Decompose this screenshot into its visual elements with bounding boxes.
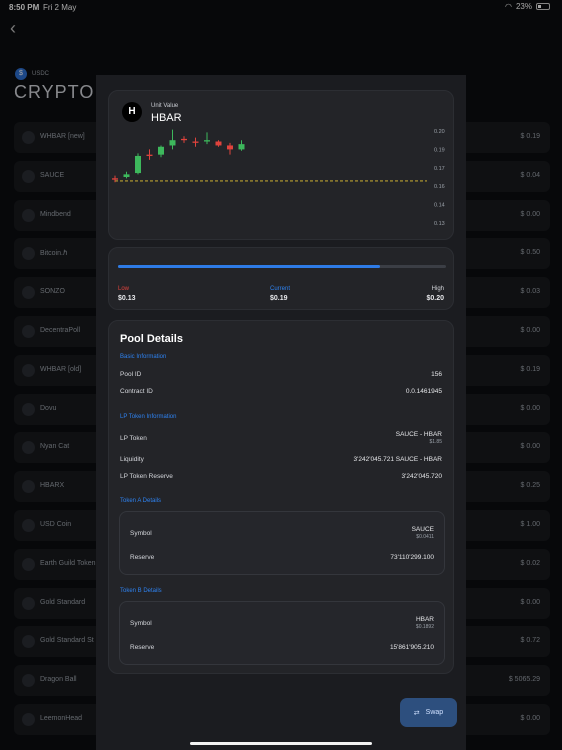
candle-body <box>123 174 130 177</box>
lp-token-price: $1.85 <box>429 439 442 445</box>
y-tick-label: 0.13 <box>434 221 445 227</box>
y-tick-label: 0.20 <box>434 129 445 135</box>
candle-body <box>227 145 233 150</box>
y-tick-label: 0.16 <box>434 184 445 190</box>
token-a-reserve: 73'110'299.100 <box>390 554 434 561</box>
pool-sheet: H Unit Value HBAR 0.20 0.19 0.17 0.16 0.14 0.… <box>96 75 466 750</box>
contract-id-label: Contract ID <box>120 388 153 395</box>
token-b-reserve-label: Reserve <box>130 644 155 651</box>
current-value: $0.19 <box>270 295 288 302</box>
lp-token-value: SAUCE - HBAR <box>395 431 442 438</box>
token-b-box: Symbol HBAR $0.1892 Reserve 15'861'905.2… <box>119 601 445 665</box>
swap-button[interactable]: ⇄ Swap <box>400 698 457 727</box>
pool-details-title: Pool Details <box>120 333 183 345</box>
candle-body <box>169 140 176 146</box>
candle-body <box>238 144 245 150</box>
unit-value-label: Unit Value <box>151 103 179 109</box>
token-a-price: $0.0411 <box>416 534 434 540</box>
token-a-symbol: SAUCE <box>411 526 434 533</box>
hbar-logo-icon: H <box>122 102 142 122</box>
candle-body <box>192 141 199 143</box>
y-tick-label: 0.17 <box>434 166 445 172</box>
low-value: $0.13 <box>118 295 136 302</box>
token-a-symbol-label: Symbol <box>130 530 152 537</box>
contract-id-value: 0.0.1461945 <box>405 388 442 395</box>
lp-info-header: LP Token Information <box>120 414 177 420</box>
liquidity-label: Liquidity <box>120 456 144 463</box>
token-a-box: Symbol SAUCE $0.0411 Reserve 73'110'299.… <box>119 511 445 575</box>
lp-reserve-label: LP Token Reserve <box>120 473 173 480</box>
swap-arrows-icon: ⇄ <box>413 709 420 717</box>
pool-id-label: Pool ID <box>120 371 142 378</box>
lp-reserve-value: 3'242'045.720 <box>401 473 442 480</box>
liquidity-value: 3'242'045.721 SAUCE - HBAR <box>353 456 442 463</box>
home-indicator <box>190 742 372 745</box>
pool-details-card: Pool Details Basic Information Pool ID 1… <box>108 320 454 674</box>
token-b-reserve: 15'861'905.210 <box>389 644 434 651</box>
high-value: $0.20 <box>426 295 444 302</box>
low-label: Low <box>118 286 130 292</box>
lp-token-label: LP Token <box>120 435 147 442</box>
high-label: High <box>431 286 444 292</box>
candle-body <box>158 146 164 155</box>
token-b-header: Token B Details <box>120 588 162 594</box>
candle-body <box>204 140 210 142</box>
candle-body <box>215 141 222 146</box>
pool-id-value: 156 <box>431 371 442 378</box>
token-name: HBAR <box>151 112 182 124</box>
token-a-header: Token A Details <box>120 498 162 504</box>
candle-body <box>135 155 141 174</box>
range-bar-fill <box>118 265 381 268</box>
candle-body <box>181 138 187 141</box>
range-bar-track <box>118 265 446 268</box>
price-range-card: Low $0.13 Current $0.19 High $0.20 <box>108 247 454 310</box>
y-tick-label: 0.14 <box>434 203 445 209</box>
token-a-reserve-label: Reserve <box>130 554 155 561</box>
candle-body <box>146 154 153 156</box>
current-label: Current <box>270 286 291 292</box>
basic-info-header: Basic Information <box>120 354 167 360</box>
token-b-price: $0.1892 <box>415 624 434 630</box>
token-b-symbol: HBAR <box>415 616 434 623</box>
swap-label: Swap <box>425 709 444 716</box>
price-candlestick-chart: 0.20 0.19 0.17 0.16 0.14 0.13 <box>112 129 445 227</box>
y-tick-label: 0.19 <box>434 147 445 153</box>
candle-body <box>112 178 118 180</box>
chart-card: H Unit Value HBAR 0.20 0.19 0.17 0.16 0.14 0.… <box>108 90 454 240</box>
token-b-symbol-label: Symbol <box>130 620 152 627</box>
